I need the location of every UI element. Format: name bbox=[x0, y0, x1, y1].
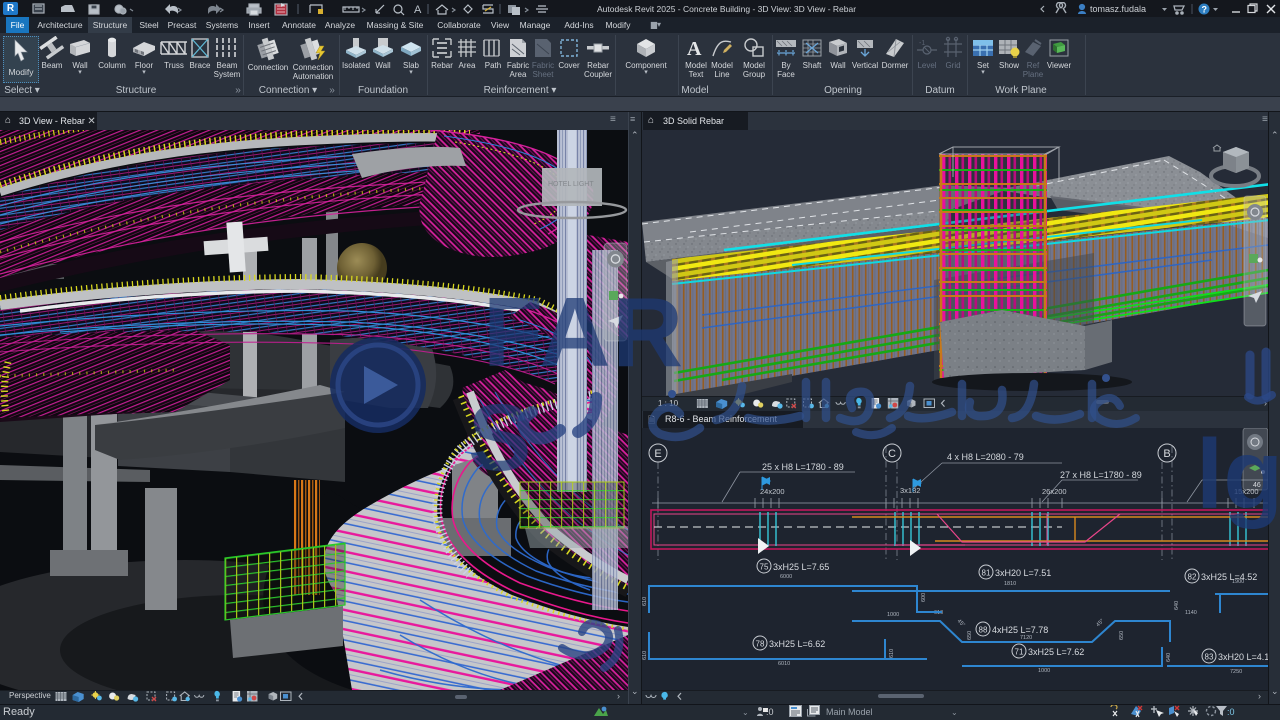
svg-text:6010: 6010 bbox=[778, 661, 790, 667]
svg-text:?: ? bbox=[1202, 5, 1208, 15]
svg-text:1140: 1140 bbox=[1185, 610, 1197, 616]
svg-text:3xH25 L=6.62: 3xH25 L=6.62 bbox=[769, 639, 825, 649]
svg-text:HOTEL LIGHT: HOTEL LIGHT bbox=[548, 181, 594, 188]
svg-text:27 x H8 L=1780 - 89: 27 x H8 L=1780 - 89 bbox=[1060, 470, 1142, 480]
svg-text:640: 640 bbox=[1174, 601, 1180, 610]
svg-text:3xH25 L=7.65: 3xH25 L=7.65 bbox=[773, 562, 829, 572]
svg-text:25 x H8 L=1780 - 89: 25 x H8 L=1780 - 89 bbox=[762, 462, 844, 472]
svg-text:3xH20 L=4.12: 3xH20 L=4.12 bbox=[1218, 652, 1268, 662]
svg-text:650: 650 bbox=[1119, 631, 1125, 640]
svg-text:75: 75 bbox=[760, 563, 769, 572]
svg-text:1000: 1000 bbox=[1038, 668, 1050, 674]
svg-text:3xH25 L=4.52: 3xH25 L=4.52 bbox=[1201, 572, 1257, 582]
svg-text:46: 46 bbox=[1253, 482, 1261, 489]
svg-text:600: 600 bbox=[921, 593, 927, 602]
svg-text:26x200: 26x200 bbox=[1042, 487, 1067, 496]
svg-text:610: 610 bbox=[889, 649, 895, 658]
svg-text:1900: 1900 bbox=[1232, 579, 1244, 585]
svg-text:82: 82 bbox=[1188, 573, 1197, 582]
svg-text:-1: -1 bbox=[919, 40, 925, 47]
svg-text:4xH25 L=7.78: 4xH25 L=7.78 bbox=[992, 625, 1048, 635]
svg-text:640: 640 bbox=[1166, 653, 1172, 662]
svg-text:7120: 7120 bbox=[1020, 635, 1032, 641]
svg-text:4 x H8 L=2080 - 79: 4 x H8 L=2080 - 79 bbox=[947, 452, 1024, 462]
svg-text:45°: 45° bbox=[956, 618, 966, 628]
svg-text:83: 83 bbox=[1205, 653, 1214, 662]
svg-text:24x200: 24x200 bbox=[760, 487, 785, 496]
svg-text:1810: 1810 bbox=[1004, 581, 1016, 587]
svg-text:tomasz.fudala: tomasz.fudala bbox=[1090, 4, 1146, 14]
svg-text:3xH25 L=7.62: 3xH25 L=7.62 bbox=[1028, 647, 1084, 657]
svg-text:88: 88 bbox=[979, 626, 988, 635]
svg-text:1000: 1000 bbox=[887, 612, 899, 618]
svg-text:C: C bbox=[888, 448, 896, 460]
svg-text:610: 610 bbox=[642, 651, 648, 660]
svg-text:45°: 45° bbox=[1095, 618, 1105, 628]
svg-text:650: 650 bbox=[967, 631, 973, 640]
svg-text:E: E bbox=[654, 448, 661, 460]
svg-text:A: A bbox=[414, 4, 422, 16]
svg-text:7250: 7250 bbox=[1230, 669, 1242, 675]
svg-text:78: 78 bbox=[756, 640, 765, 649]
svg-text:3x182: 3x182 bbox=[900, 486, 920, 495]
svg-text:3xH20 L=7.51: 3xH20 L=7.51 bbox=[995, 568, 1051, 578]
svg-text:71: 71 bbox=[1015, 648, 1024, 657]
svg-text:B: B bbox=[1163, 448, 1170, 460]
svg-text:610: 610 bbox=[642, 597, 648, 606]
svg-text:81: 81 bbox=[982, 569, 991, 578]
svg-text:6000: 6000 bbox=[780, 574, 792, 580]
